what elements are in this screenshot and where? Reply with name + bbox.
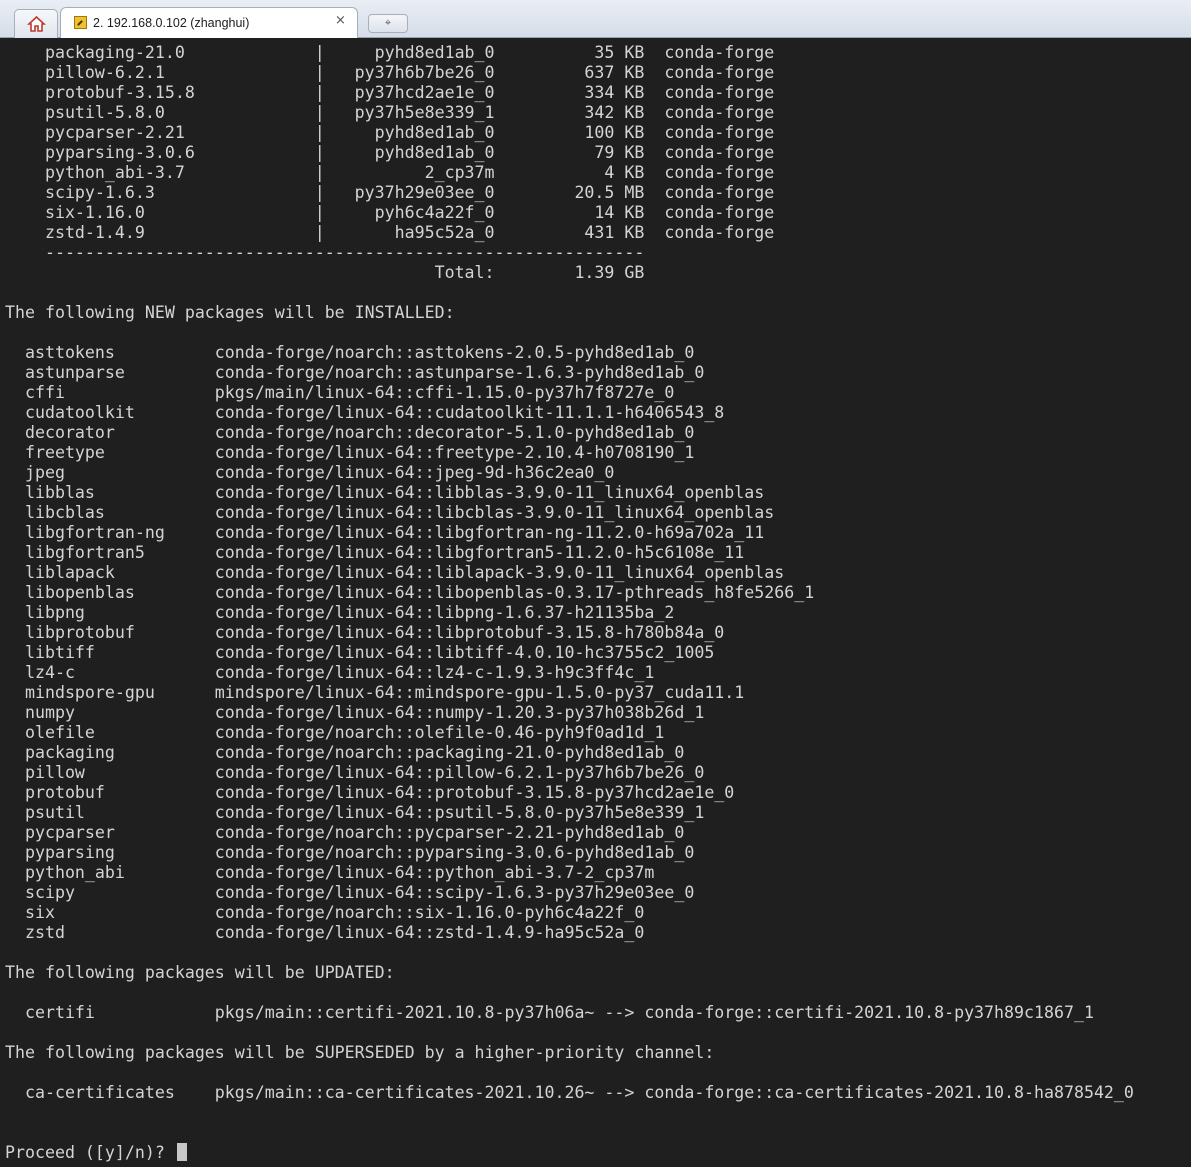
tab-session[interactable]: 2. 192.168.0.102 (zhanghui) ×	[60, 7, 358, 38]
terminal-output[interactable]: packaging-21.0 | pyhd8ed1ab_0 35 KB cond…	[0, 38, 1191, 1167]
terminal-line: libpng conda-forge/linux-64::libpng-1.6.…	[5, 603, 675, 622]
terminal-line: libblas conda-forge/linux-64::libblas-3.…	[5, 483, 765, 502]
terminal-line: scipy-1.6.3 | py37h29e03ee_0 20.5 MB con…	[5, 183, 775, 202]
terminal-line: The following NEW packages will be INSTA…	[5, 303, 455, 322]
terminal-line: pyparsing-3.0.6 | pyhd8ed1ab_0 79 KB con…	[5, 143, 775, 162]
terminal-line: certifi pkgs/main::certifi-2021.10.8-py3…	[5, 1003, 1094, 1022]
terminal-line: The following packages will be UPDATED:	[5, 963, 395, 982]
terminal-line: protobuf conda-forge/linux-64::protobuf-…	[5, 783, 735, 802]
terminal-line: The following packages will be SUPERSEDE…	[5, 1043, 715, 1062]
terminal-line: packaging-21.0 | pyhd8ed1ab_0 35 KB cond…	[5, 43, 775, 62]
terminal-line: ca-certificates pkgs/main::ca-certificat…	[5, 1083, 1134, 1102]
new-tab-icon: ⌖	[384, 16, 392, 29]
terminal-prompt-line[interactable]: Proceed ([y]/n)?	[5, 1143, 1134, 1163]
terminal-line: freetype conda-forge/linux-64::freetype-…	[5, 443, 695, 462]
terminal-line: six-1.16.0 | pyh6c4a22f_0 14 KB conda-fo…	[5, 203, 775, 222]
terminal-line: libtiff conda-forge/linux-64::libtiff-4.…	[5, 643, 715, 662]
terminal-line: libopenblas conda-forge/linux-64::libope…	[5, 583, 815, 602]
terminal-line: pycparser conda-forge/noarch::pycparser-…	[5, 823, 685, 842]
terminal-line: numpy conda-forge/linux-64::numpy-1.20.3…	[5, 703, 705, 722]
terminal-line: jpeg conda-forge/linux-64::jpeg-9d-h36c2…	[5, 463, 615, 482]
terminal-cursor	[176, 1143, 187, 1161]
terminal-line: zstd conda-forge/linux-64::zstd-1.4.9-ha…	[5, 923, 645, 942]
terminal-session-icon	[74, 16, 87, 29]
terminal-line: liblapack conda-forge/linux-64::liblapac…	[5, 563, 785, 582]
terminal-line: zstd-1.4.9 | ha95c52a_0 431 KB conda-for…	[5, 223, 775, 242]
terminal-line: six conda-forge/noarch::six-1.16.0-pyh6c…	[5, 903, 645, 922]
terminal-line: cffi pkgs/main/linux-64::cffi-1.15.0-py3…	[5, 383, 675, 402]
terminal-lines: packaging-21.0 | pyhd8ed1ab_0 35 KB cond…	[5, 43, 1134, 1163]
terminal-line: astunparse conda-forge/noarch::astunpars…	[5, 363, 705, 382]
terminal-line: libgfortran5 conda-forge/linux-64::libgf…	[5, 543, 745, 562]
close-icon[interactable]: ×	[335, 13, 346, 28]
proceed-prompt: Proceed ([y]/n)?	[5, 1143, 175, 1162]
terminal-line: ----------------------------------------…	[5, 243, 645, 262]
terminal-line: Total: 1.39 GB	[5, 263, 645, 282]
terminal-line: pyparsing conda-forge/noarch::pyparsing-…	[5, 843, 695, 862]
tab-session-label: 2. 192.168.0.102 (zhanghui)	[93, 16, 250, 30]
tab-bar: 2. 192.168.0.102 (zhanghui) × ⌖	[0, 0, 1191, 38]
terminal-line: pillow conda-forge/linux-64::pillow-6.2.…	[5, 763, 705, 782]
home-icon	[27, 15, 46, 32]
home-tab[interactable]	[14, 9, 58, 38]
terminal-line: python_abi conda-forge/linux-64::python_…	[5, 863, 655, 882]
terminal-line: psutil conda-forge/linux-64::psutil-5.8.…	[5, 803, 705, 822]
new-tab-button[interactable]: ⌖	[368, 14, 408, 33]
terminal-line: decorator conda-forge/noarch::decorator-…	[5, 423, 695, 442]
terminal-line: olefile conda-forge/noarch::olefile-0.46…	[5, 723, 665, 742]
terminal-line: libcblas conda-forge/linux-64::libcblas-…	[5, 503, 775, 522]
terminal-line: asttokens conda-forge/noarch::asttokens-…	[5, 343, 695, 362]
terminal-line: psutil-5.8.0 | py37h5e8e339_1 342 KB con…	[5, 103, 775, 122]
terminal-line: libgfortran-ng conda-forge/linux-64::lib…	[5, 523, 765, 542]
terminal-line: python_abi-3.7 | 2_cp37m 4 KB conda-forg…	[5, 163, 775, 182]
terminal-line: protobuf-3.15.8 | py37hcd2ae1e_0 334 KB …	[5, 83, 775, 102]
terminal-line: libprotobuf conda-forge/linux-64::libpro…	[5, 623, 725, 642]
terminal-line: packaging conda-forge/noarch::packaging-…	[5, 743, 685, 762]
terminal-line: cudatoolkit conda-forge/linux-64::cudato…	[5, 403, 725, 422]
terminal-line: pillow-6.2.1 | py37h6b7be26_0 637 KB con…	[5, 63, 775, 82]
terminal-line: scipy conda-forge/linux-64::scipy-1.6.3-…	[5, 883, 695, 902]
terminal-line: mindspore-gpu mindspore/linux-64::mindsp…	[5, 683, 745, 702]
terminal-line: pycparser-2.21 | pyhd8ed1ab_0 100 KB con…	[5, 123, 775, 142]
terminal-line: lz4-c conda-forge/linux-64::lz4-c-1.9.3-…	[5, 663, 655, 682]
